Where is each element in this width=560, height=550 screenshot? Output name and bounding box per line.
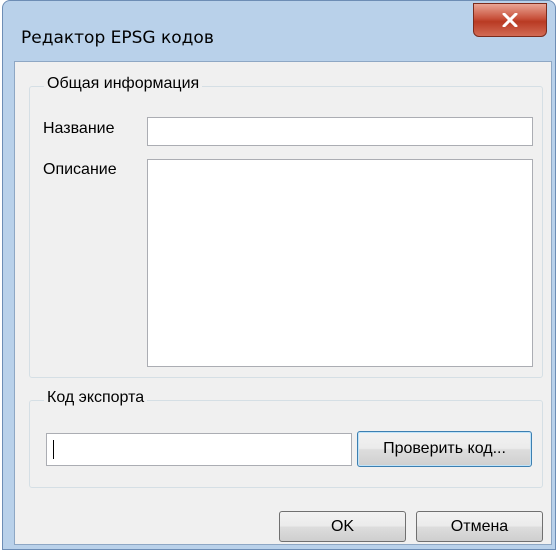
cancel-button[interactable]: Отмена (416, 511, 543, 542)
check-code-button[interactable]: Проверить код... (357, 431, 532, 467)
close-button[interactable] (473, 3, 547, 37)
export-code-legend: Код экспорта (44, 389, 148, 407)
export-code-group: Код экспорта Проверить код... (29, 389, 543, 488)
export-code-input[interactable] (46, 433, 352, 466)
general-info-group: Общая информация Название Описание (29, 75, 543, 378)
name-label: Название (43, 120, 115, 137)
name-input[interactable] (147, 117, 533, 146)
general-info-legend: Общая информация (44, 75, 203, 93)
dialog-window: Редактор EPSG кодов Общая информация Наз… (2, 0, 556, 550)
dialog-client-area: Общая информация Название Описание Код э… (14, 61, 552, 545)
description-label: Описание (43, 161, 117, 178)
close-icon (502, 13, 518, 27)
text-caret (53, 440, 54, 459)
ok-button[interactable]: OK (279, 511, 406, 542)
window-title: Редактор EPSG кодов (21, 28, 214, 48)
description-textarea[interactable] (147, 159, 533, 367)
